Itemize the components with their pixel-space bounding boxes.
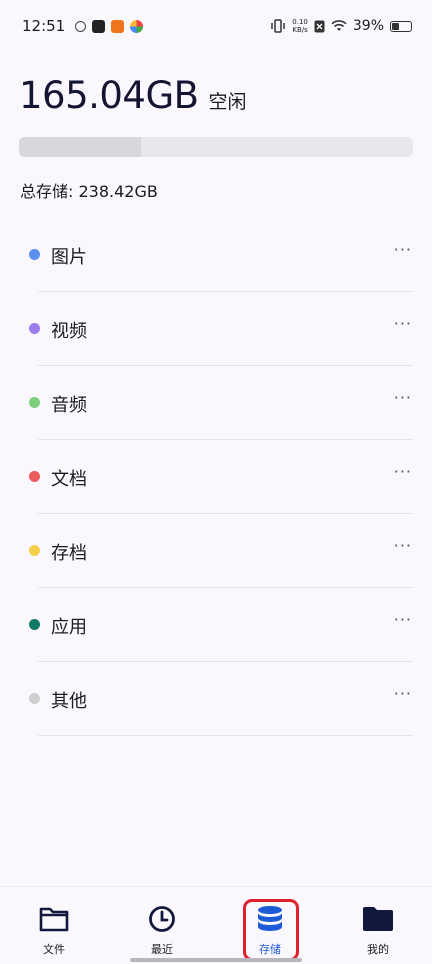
category-label: 音频 xyxy=(51,395,87,416)
free-space-label: 空闲 xyxy=(208,91,247,113)
total-storage: 总存储: 238.42GB xyxy=(20,182,158,201)
battery-icon xyxy=(390,20,412,32)
sim-off-icon xyxy=(314,20,325,32)
more-options-icon[interactable]: ··· xyxy=(394,314,412,333)
divider xyxy=(38,735,413,736)
more-options-icon[interactable]: ··· xyxy=(394,462,412,481)
free-space-value: 165.04GB xyxy=(19,74,199,117)
category-label: 应用 xyxy=(51,617,87,638)
battery-percent: 39% xyxy=(352,18,384,34)
status-time: 12:51 xyxy=(22,17,66,35)
more-options-icon[interactable]: ··· xyxy=(394,388,412,407)
app-notification-icon xyxy=(75,20,87,32)
category-color-dot xyxy=(29,397,40,408)
category-color-dot xyxy=(29,619,40,630)
category-label: 文档 xyxy=(51,469,87,490)
colorful-app-notification-icon xyxy=(130,19,144,33)
category-color-dot xyxy=(29,545,40,556)
category-color-dot xyxy=(29,471,40,482)
free-space: 165.04GB 空闲 xyxy=(19,74,247,117)
orange-app-notification-icon xyxy=(111,19,125,33)
status-bar-left: 12:51 xyxy=(22,17,144,35)
nav-files-label: 文件 xyxy=(43,943,65,956)
selection-highlight xyxy=(243,899,299,961)
nav-recent[interactable]: 最近 xyxy=(108,887,216,964)
more-options-icon[interactable]: ··· xyxy=(394,536,412,555)
category-item[interactable]: 音频 ··· xyxy=(0,366,432,440)
more-options-icon[interactable]: ··· xyxy=(394,684,412,703)
wifi-icon xyxy=(331,20,347,31)
status-bar: 12:51 0.10 KB/s 39% xyxy=(0,0,432,52)
more-options-icon[interactable]: ··· xyxy=(394,240,412,259)
category-color-dot xyxy=(29,323,40,334)
category-item[interactable]: 应用 ··· xyxy=(0,588,432,662)
category-item[interactable]: 存档 ··· xyxy=(0,514,432,588)
battery-level xyxy=(392,22,399,30)
folder-filled-icon xyxy=(362,905,394,933)
more-options-icon[interactable]: ··· xyxy=(394,610,412,629)
storage-usage-fill xyxy=(19,137,142,157)
net-speed-value: 0.10 xyxy=(292,18,308,26)
category-color-dot xyxy=(29,693,40,704)
nav-files[interactable]: 文件 xyxy=(0,887,108,964)
clock-icon xyxy=(146,905,178,933)
home-indicator[interactable] xyxy=(130,958,302,962)
category-label: 图片 xyxy=(51,247,87,268)
nav-recent-label: 最近 xyxy=(151,943,173,956)
category-item[interactable]: 图片 ··· xyxy=(0,218,432,292)
category-list: 图片 ··· 视频 ··· 音频 ··· 文档 ··· 存档 ··· 应用 ··· 其他 ··· xyxy=(0,218,432,736)
bottom-nav: 文件 最近 存储 我的 xyxy=(0,886,432,964)
vibrate-icon xyxy=(271,19,286,33)
category-label: 存档 xyxy=(51,543,87,564)
nav-mine[interactable]: 我的 xyxy=(324,887,432,964)
category-color-dot xyxy=(29,249,40,260)
category-label: 其他 xyxy=(51,691,87,712)
net-speed: 0.10 KB/s xyxy=(292,18,308,34)
play-notification-icon xyxy=(92,19,106,33)
net-speed-unit: KB/s xyxy=(292,26,308,34)
status-bar-right: 0.10 KB/s 39% xyxy=(270,18,412,34)
category-label: 视频 xyxy=(51,321,87,342)
category-item[interactable]: 文档 ··· xyxy=(0,440,432,514)
category-item[interactable]: 视频 ··· xyxy=(0,292,432,366)
nav-mine-label: 我的 xyxy=(367,943,389,956)
storage-usage-bar xyxy=(19,137,413,157)
category-item[interactable]: 其他 ··· xyxy=(0,662,432,736)
folder-outline-icon xyxy=(38,905,70,933)
